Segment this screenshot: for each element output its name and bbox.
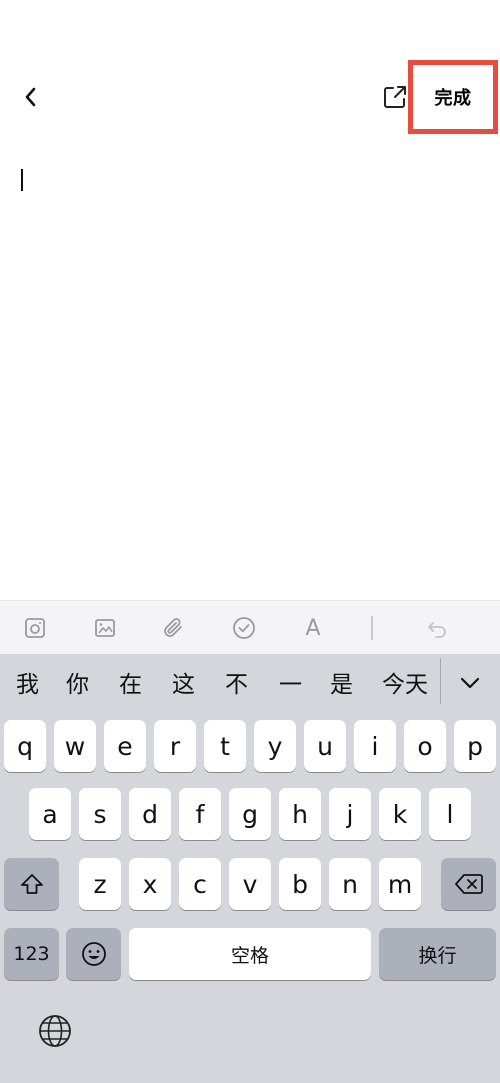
- undo-icon: [428, 622, 446, 638]
- key-z[interactable]: z: [79, 858, 121, 910]
- key-n[interactable]: n: [329, 858, 371, 910]
- top-bar: 完成: [0, 60, 500, 134]
- chevron-left-icon: [25, 87, 36, 107]
- key-u[interactable]: u: [304, 720, 346, 772]
- key-y[interactable]: y: [254, 720, 296, 772]
- candidate-word[interactable]: 是: [330, 668, 353, 702]
- done-button[interactable]: 完成: [435, 84, 472, 110]
- space-key[interactable]: 空格: [129, 928, 371, 980]
- checklist-icon: [233, 617, 255, 639]
- format-toolbar: A: [0, 600, 500, 654]
- key-v[interactable]: v: [229, 858, 271, 910]
- key-m[interactable]: m: [379, 858, 421, 910]
- key-t[interactable]: t: [204, 720, 246, 772]
- candidate-word[interactable]: 一: [279, 668, 302, 702]
- camera-icon: [25, 618, 45, 638]
- numbers-key[interactable]: 123: [4, 928, 59, 980]
- key-j[interactable]: j: [329, 788, 371, 840]
- key-w[interactable]: w: [54, 720, 96, 772]
- key-k[interactable]: k: [379, 788, 421, 840]
- paperclip-icon: [164, 618, 182, 637]
- key-h[interactable]: h: [279, 788, 321, 840]
- candidate-word[interactable]: 这: [172, 668, 195, 702]
- key-a[interactable]: a: [29, 788, 71, 840]
- note-editor[interactable]: [0, 134, 500, 600]
- text-cursor: [21, 169, 23, 191]
- key-f[interactable]: f: [179, 788, 221, 840]
- key-c[interactable]: c: [179, 858, 221, 910]
- text-format-icon: A: [305, 615, 321, 641]
- key-d[interactable]: d: [129, 788, 171, 840]
- candidate-word[interactable]: 今天: [382, 668, 428, 702]
- delete-key[interactable]: [441, 858, 496, 910]
- candidate-bar: 我 你 在 这 不 一 是 今天: [0, 654, 500, 716]
- emoji-key[interactable]: [66, 928, 121, 980]
- delete-icon: [454, 874, 483, 894]
- candidate-divider: [440, 658, 441, 704]
- candidate-word[interactable]: 你: [66, 668, 89, 702]
- done-button-highlight: 完成: [408, 60, 498, 134]
- key-r[interactable]: r: [154, 720, 196, 772]
- image-icon: [95, 619, 115, 637]
- undo-button[interactable]: [422, 613, 452, 643]
- camera-button[interactable]: [20, 613, 50, 643]
- key-g[interactable]: g: [229, 788, 271, 840]
- candidate-word[interactable]: 不: [225, 668, 248, 702]
- key-e[interactable]: e: [104, 720, 146, 772]
- key-b[interactable]: b: [279, 858, 321, 910]
- globe-icon: [39, 1015, 71, 1047]
- key-x[interactable]: x: [129, 858, 171, 910]
- key-l[interactable]: l: [429, 788, 471, 840]
- image-button[interactable]: [90, 613, 120, 643]
- chevron-down-icon: [460, 677, 480, 689]
- key-i[interactable]: i: [354, 720, 396, 772]
- toolbar-divider: [371, 616, 373, 640]
- candidate-word[interactable]: 我: [16, 668, 39, 702]
- keyboard: 我 你 在 这 不 一 是 今天 q w e r t y u i o p a s…: [0, 654, 500, 1083]
- shift-icon: [20, 874, 43, 894]
- share-external-icon: [384, 86, 406, 108]
- attachment-button[interactable]: [159, 613, 189, 643]
- checklist-button[interactable]: [229, 613, 259, 643]
- key-p[interactable]: p: [454, 720, 496, 772]
- candidate-word[interactable]: 在: [119, 668, 142, 702]
- shift-key[interactable]: [4, 858, 59, 910]
- expand-candidates-button[interactable]: [453, 666, 487, 700]
- key-q[interactable]: q: [4, 720, 46, 772]
- emoji-icon: [81, 942, 106, 966]
- return-key[interactable]: 换行: [379, 928, 496, 980]
- back-button[interactable]: [14, 80, 48, 114]
- key-s[interactable]: s: [79, 788, 121, 840]
- share-button[interactable]: [378, 80, 412, 114]
- text-format-button[interactable]: A: [298, 613, 328, 643]
- key-o[interactable]: o: [404, 720, 446, 772]
- globe-button[interactable]: [34, 1010, 76, 1052]
